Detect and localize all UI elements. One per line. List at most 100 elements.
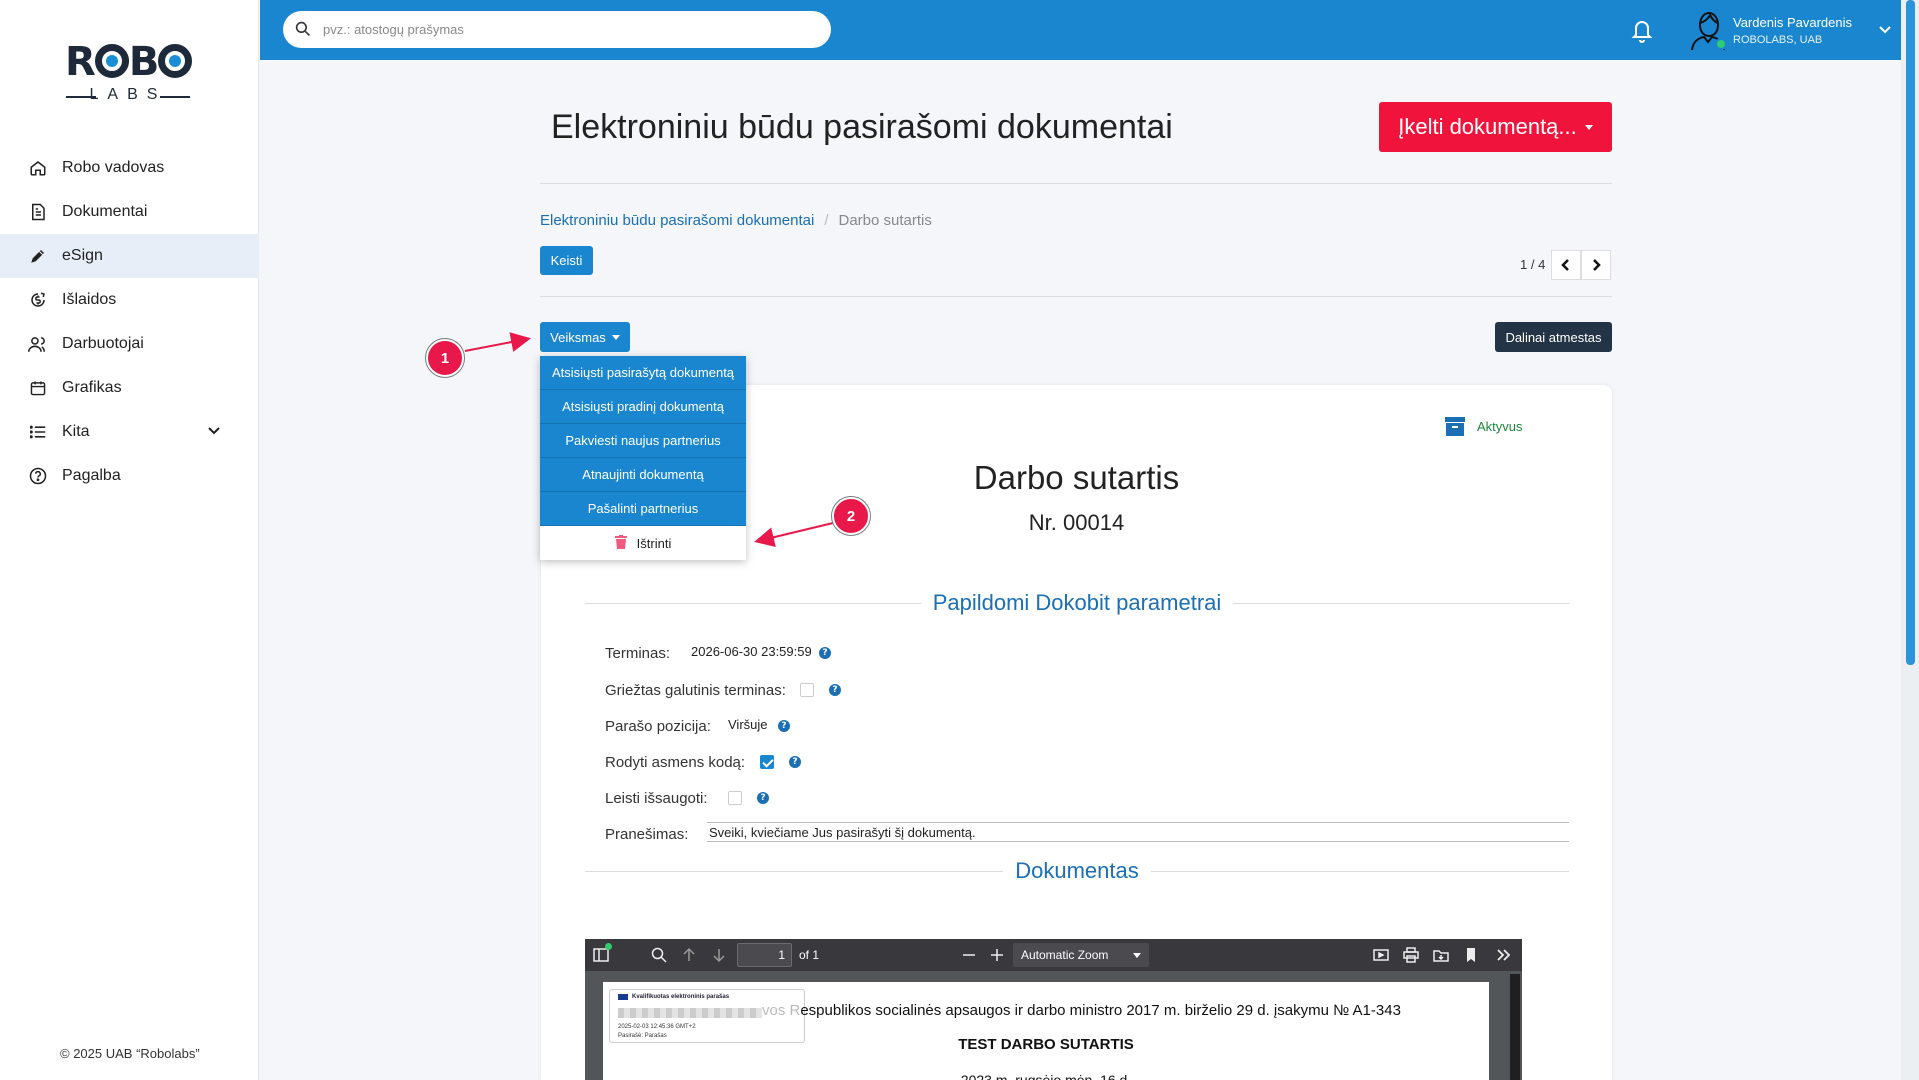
caret-down-icon	[1584, 124, 1593, 130]
arrow-up-icon[interactable]	[681, 947, 697, 963]
pdf-scrollbar[interactable]	[1510, 974, 1520, 1080]
presentation-mode-icon[interactable]	[1373, 947, 1389, 963]
menu-item-download-original[interactable]: Atsisiųsti pradinį dokumentą	[540, 390, 746, 424]
section-heading-label: Dokumentas	[1003, 858, 1151, 883]
archive-icon	[1444, 415, 1466, 437]
divider	[540, 183, 1612, 184]
sidebar-item-pagalba[interactable]: Pagalba	[0, 454, 259, 498]
help-icon[interactable]: ?	[757, 792, 769, 804]
sidebar-item-darbuotojai[interactable]: Darbuotojai	[0, 322, 259, 366]
section-heading-params: Papildomi Dokobit parametrai	[585, 590, 1569, 616]
pdf-text-date: 2023 m. rugsėjo mėn. 16 d.	[960, 1072, 1132, 1080]
edit-button[interactable]: Keisti	[540, 246, 593, 275]
menu-item-invite-partners[interactable]: Pakviesti naujus partnerius	[540, 424, 746, 458]
status-badge: Aktyvus	[1477, 419, 1523, 434]
help-icon[interactable]: ?	[778, 720, 790, 732]
robolabs-logo[interactable]: RB LABS	[62, 40, 194, 110]
pdf-text: espublikos socialinės apsaugos ir darbo …	[800, 1002, 1401, 1019]
help-icon[interactable]: ?	[819, 647, 831, 659]
pdf-page-count: of 1	[799, 948, 820, 962]
sidebar: RB LABS Robo vadovas Dokumentai eSign Iš…	[0, 0, 259, 1080]
search-input[interactable]	[323, 12, 803, 47]
eu-flag-icon	[618, 994, 628, 1000]
pdf-text-line: vos Respublikos socialinės apsaugos ir d…	[762, 1002, 1401, 1019]
sidebar-item-islaidos[interactable]: Išlaidos	[0, 278, 259, 322]
upload-document-button[interactable]: Įkelti dokumentą...	[1379, 102, 1612, 152]
search-icon[interactable]	[651, 947, 667, 963]
copyright-text: © 2025 UAB “Robolabs”	[60, 1046, 200, 1061]
bell-icon[interactable]	[1630, 17, 1654, 43]
param-value-deadline[interactable]: 2026-06-30 23:59:59	[691, 644, 812, 659]
pen-icon	[28, 246, 48, 266]
sidebar-nav: Robo vadovas Dokumentai eSign Išlaidos D…	[0, 146, 259, 498]
breadcrumb-separator: /	[824, 212, 829, 229]
save-icon[interactable]	[1433, 947, 1449, 963]
sidebar-item-grafikas[interactable]: Grafikas	[0, 366, 259, 410]
menu-item-remove-partners[interactable]: Pašalinti partnerius	[540, 492, 746, 526]
notification-dot	[605, 943, 612, 950]
trash-icon	[614, 534, 627, 552]
message-input[interactable]	[707, 822, 1569, 842]
pdf-zoom-value: Automatic Zoom	[1021, 948, 1109, 962]
search-box[interactable]	[283, 11, 831, 48]
param-label-message: Pranešimas:	[605, 826, 689, 843]
pdf-toolbar: of 1 Automatic Zoom	[585, 939, 1522, 971]
print-icon[interactable]	[1403, 947, 1419, 963]
previous-record-button[interactable]	[1551, 250, 1581, 280]
pdf-zoom-select[interactable]: Automatic Zoom	[1013, 943, 1149, 967]
allow-save-checkbox[interactable]	[728, 791, 742, 805]
sidebar-item-label: Dokumentai	[62, 203, 148, 220]
user-name[interactable]: Vardenis Pavardenis	[1733, 15, 1852, 30]
strict-deadline-checkbox[interactable]	[800, 683, 814, 697]
menu-item-delete-label: Ištrinti	[636, 535, 672, 551]
pdf-page-number-input[interactable]	[737, 943, 792, 967]
sidebar-item-esign[interactable]: eSign	[0, 234, 259, 278]
action-dropdown-menu: Atsisiųsti pasirašytą dokumentą Atsisiųs…	[540, 356, 746, 560]
signature-title: Kvalifikuotas elektroninis parašas	[632, 994, 730, 1000]
param-label-signature-position: Parašo pozicija:	[605, 718, 711, 735]
help-circle-icon	[28, 466, 48, 486]
param-label-show-personal-code: Rodyti asmens kodą:	[605, 754, 746, 771]
sidebar-item-robo-vadovas[interactable]: Robo vadovas	[0, 146, 259, 190]
online-status-dot	[1715, 38, 1727, 50]
sidebar-item-dokumentai[interactable]: Dokumentai	[0, 190, 259, 234]
record-pager-text: 1 / 4	[1520, 257, 1546, 272]
zoom-out-icon[interactable]	[961, 947, 977, 963]
help-icon[interactable]: ?	[829, 684, 841, 696]
menu-item-download-signed[interactable]: Atsisiųsti pasirašytą dokumentą	[540, 356, 746, 390]
sidebar-item-kita[interactable]: Kita	[0, 410, 259, 454]
page-title: Elektroniniu būdu pasirašomi dokumentai	[551, 108, 1173, 146]
sidebar-item-label: Kita	[62, 423, 90, 440]
param-label-allow-save: Leisti išsaugoti:	[605, 790, 708, 807]
list-icon	[28, 422, 48, 442]
show-personal-code-checkbox[interactable]	[760, 755, 774, 769]
chevron-left-icon	[1561, 259, 1569, 271]
zoom-in-icon[interactable]	[989, 947, 1005, 963]
next-record-button[interactable]	[1581, 250, 1611, 280]
menu-item-delete[interactable]: Ištrinti	[540, 526, 746, 560]
breadcrumb-current: Darbo sutartis	[838, 212, 932, 229]
logo-text-labs: LABS	[62, 86, 194, 104]
action-dropdown-button[interactable]: Veiksmas	[540, 322, 630, 352]
bookmark-icon[interactable]	[1463, 947, 1479, 963]
more-tools-icon[interactable]	[1495, 947, 1511, 963]
section-heading-label: Papildomi Dokobit parametrai	[920, 590, 1234, 615]
section-heading-document: Dokumentas	[585, 858, 1569, 884]
help-icon[interactable]: ?	[789, 756, 801, 768]
menu-item-update-document[interactable]: Atnaujinti dokumentą	[540, 458, 746, 492]
caret-down-icon	[611, 334, 620, 340]
page-scrollbar-thumb[interactable]	[1906, 0, 1915, 665]
partially-rejected-status-button[interactable]: Dalinai atmestas	[1495, 322, 1612, 352]
sidebar-item-label: Pagalba	[62, 467, 121, 484]
sidebar-item-label: Išlaidos	[62, 291, 117, 308]
redacted-signer-name	[618, 1008, 762, 1018]
arrow-down-icon[interactable]	[711, 947, 727, 963]
chevron-down-icon[interactable]	[207, 423, 221, 441]
home-icon	[28, 158, 48, 178]
param-value-signature-position[interactable]: Viršuje	[728, 717, 768, 732]
breadcrumb: Elektroniniu būdu pasirašomi dokumentai …	[540, 212, 932, 229]
breadcrumb-parent-link[interactable]: Elektroniniu būdu pasirašomi dokumentai	[540, 212, 814, 229]
chevron-down-icon[interactable]	[1878, 22, 1892, 36]
pdf-heading: TEST DARBO SUTARTIS	[958, 1036, 1134, 1053]
divider	[540, 296, 1612, 297]
